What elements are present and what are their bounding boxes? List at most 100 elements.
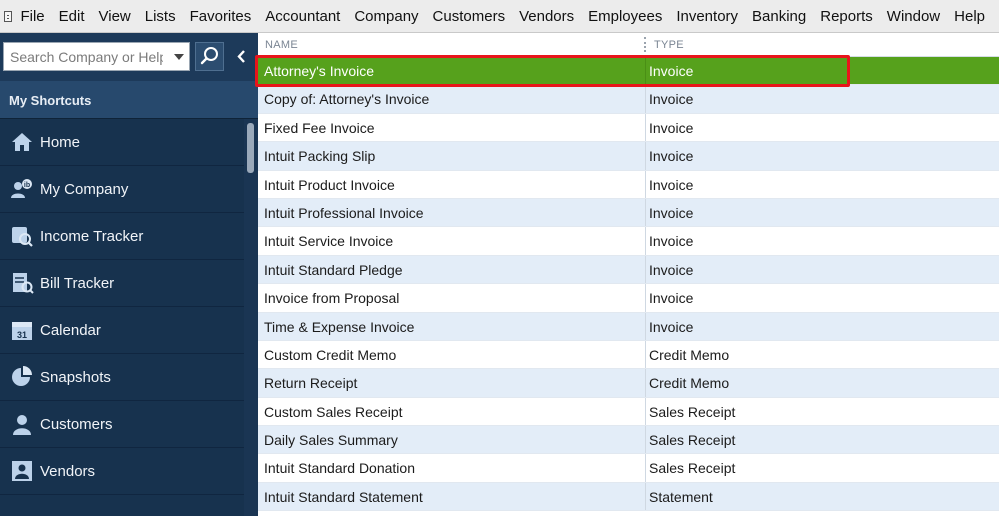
sidebar-item-bill-tracker[interactable]: Bill Tracker [0,260,244,307]
template-type-cell: Invoice [649,261,694,278]
column-header-type[interactable]: TYPE [654,39,684,51]
menu-favorites[interactable]: Favorites [190,8,252,25]
column-separator [645,312,646,340]
table-row[interactable]: Custom Credit Memo Credit Memo [258,340,999,370]
sidebar-item-income-tracker[interactable]: Income Tracker [0,213,244,260]
table-row[interactable]: Invoice from Proposal Invoice [258,284,999,313]
menu-accountant[interactable]: Accountant [265,8,340,25]
table-row[interactable]: Time & Expense Invoice Invoice [258,312,999,341]
template-list: NAME TYPE Attorney's Invoice Invoice Copy … [258,33,999,516]
menu-file[interactable]: File [20,8,44,25]
column-header-name[interactable]: NAME [265,39,298,51]
menu-items: File Edit View Lists Favorites Accountan… [20,8,999,25]
template-name-cell: Time & Expense Invoice [264,318,415,335]
sidebar-item-label: Home [40,133,81,151]
vendors-icon [10,459,34,483]
sidebar-item-customers[interactable]: Customers [0,401,244,448]
column-separator [645,369,646,397]
column-separator [645,85,646,113]
table-row[interactable]: Custom Sales Receipt Sales Receipt [258,397,999,427]
menu-vendors[interactable]: Vendors [519,8,574,25]
table-row[interactable]: Intuit Professional Invoice Invoice [258,198,999,228]
table-row[interactable]: Intuit Packing Slip Invoice [258,142,999,171]
menu-employees[interactable]: Employees [588,8,662,25]
column-separator [645,482,646,511]
menu-lists[interactable]: Lists [145,8,176,25]
column-separator [645,198,646,227]
customers-icon [10,412,34,436]
template-type-cell: Sales Receipt [649,403,736,420]
table-row[interactable]: Intuit Standard Pledge Invoice [258,255,999,285]
search-input[interactable] [4,43,169,70]
sidebar-item-label: Calendar [40,321,101,339]
window-control-icon[interactable] [4,10,13,22]
template-type-cell: Invoice [649,63,694,79]
template-name-cell: Intuit Standard Pledge [264,261,403,278]
template-type-cell: Invoice [649,119,694,136]
template-type-cell: Invoice [649,148,694,165]
column-separator [645,113,646,142]
table-row[interactable]: Intuit Service Invoice Invoice [258,227,999,256]
menu-bar: File Edit View Lists Favorites Accountan… [0,0,999,33]
shortcuts-title: My Shortcuts [9,93,92,108]
column-separator [645,397,646,426]
menu-edit[interactable]: Edit [59,8,85,25]
template-type-cell: Invoice [649,91,694,108]
table-row[interactable]: Copy of: Attorney's Invoice Invoice [258,85,999,114]
income-tracker-icon [10,224,34,248]
menu-banking[interactable]: Banking [752,8,806,25]
menu-view[interactable]: View [99,8,131,25]
menu-inventory[interactable]: Inventory [676,8,738,25]
template-type-cell: Invoice [649,204,694,221]
template-name-cell: Intuit Standard Statement [264,488,423,505]
template-rows: Attorney's Invoice Invoice Copy of: Attorn… [258,57,999,512]
menu-company[interactable]: Company [354,8,418,25]
column-separator [645,284,646,312]
column-separator [645,170,646,198]
template-type-cell: Invoice [649,233,694,250]
menu-window[interactable]: Window [887,8,940,25]
calendar-icon: 31 [10,318,34,342]
sidebar: My Shortcuts Home ib My Company [0,33,258,516]
table-row[interactable]: Intuit Product Invoice Invoice [258,170,999,199]
template-type-cell: Invoice [649,176,694,193]
menu-customers[interactable]: Customers [433,8,506,25]
template-type-cell: Credit Memo [649,375,730,392]
search-box[interactable] [3,42,190,71]
table-row[interactable]: Intuit Standard Statement Statement [258,482,999,512]
column-separator [645,454,646,482]
sidebar-item-my-company[interactable]: ib My Company [0,166,244,213]
scrollbar-thumb[interactable] [247,123,254,173]
template-name-cell: Intuit Standard Donation [264,460,415,477]
sidebar-item-home[interactable]: Home [0,119,244,166]
template-type-cell: Sales Receipt [649,432,736,449]
table-row[interactable]: Fixed Fee Invoice Invoice [258,113,999,143]
menu-reports[interactable]: Reports [820,8,873,25]
table-row[interactable]: Daily Sales Summary Sales Receipt [258,426,999,455]
search-row [0,33,258,81]
column-separator [645,57,646,85]
template-name-cell: Invoice from Proposal [264,290,400,307]
template-name-cell: Custom Credit Memo [264,346,397,363]
template-name-cell: Copy of: Attorney's Invoice [264,91,430,108]
table-row[interactable]: Intuit Standard Donation Sales Receipt [258,454,999,483]
table-row[interactable]: Return Receipt Credit Memo [258,369,999,398]
sidebar-item-label: Income Tracker [40,227,144,245]
sidebar-item-calendar[interactable]: 31 Calendar [0,307,244,354]
template-name-cell: Daily Sales Summary [264,432,398,449]
collapse-sidebar-button[interactable] [230,42,254,71]
template-name-cell: Intuit Packing Slip [264,148,376,165]
search-button[interactable] [195,42,224,71]
sidebar-scrollbar[interactable] [244,119,258,516]
column-resize-handle[interactable] [644,37,647,52]
template-type-cell: Statement [649,488,713,505]
snapshots-icon [10,365,34,389]
column-header: NAME TYPE [258,33,999,57]
sidebar-item-snapshots[interactable]: Snapshots [0,354,244,401]
menu-help[interactable]: Help [954,8,985,25]
chevron-down-icon[interactable] [174,54,184,60]
table-row[interactable]: Attorney's Invoice Invoice [258,57,999,86]
template-type-cell: Sales Receipt [649,460,736,477]
template-name-cell: Fixed Fee Invoice [264,119,375,136]
sidebar-item-vendors[interactable]: Vendors [0,448,244,495]
